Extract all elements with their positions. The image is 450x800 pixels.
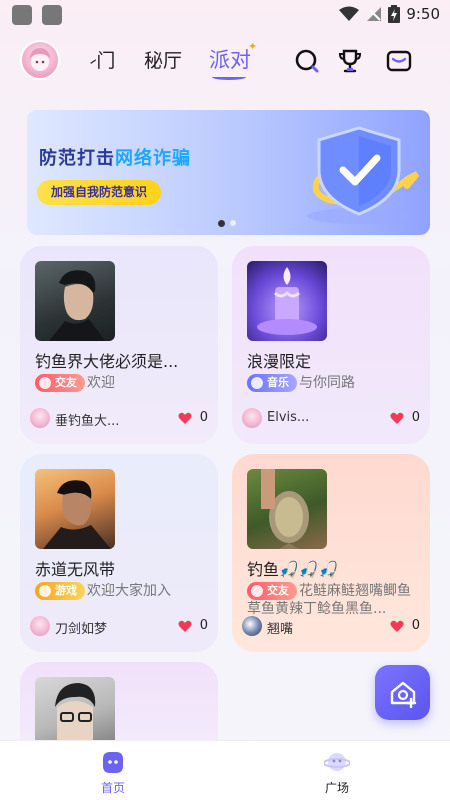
man-portrait-image — [43, 480, 111, 549]
room-card[interactable]: 浪漫限定 音乐 与你同路 Elvis... 0 — [232, 246, 430, 444]
room-card[interactable]: 赤道无风带 游戏 欢迎大家加入 刀剑如梦 0 — [20, 454, 218, 652]
top-nav: ⹝门 秘厅 派对 ✦ — [0, 40, 450, 84]
heart-icon — [390, 620, 404, 632]
planet-icon — [324, 753, 350, 771]
search-icon[interactable] — [294, 48, 320, 74]
bottom-nav-label: 首页 — [100, 781, 125, 795]
room-tagline: 交友 花鲢麻鲢翘嘴鲫鱼草鱼黄辣丁鲶鱼黑鱼... — [247, 582, 411, 617]
room-title: 钓鱼🎣🎣🎣 — [247, 560, 339, 579]
heart-icon — [178, 620, 192, 632]
room-thumbnail — [247, 469, 327, 549]
bottom-nav-square[interactable]: 广场 — [307, 749, 367, 796]
notification-icon — [12, 5, 32, 25]
banner-pill: 加强自我防范意识 — [37, 180, 162, 205]
owner-name: 垂钓鱼大... — [55, 414, 120, 429]
owner-avatar — [30, 408, 50, 428]
room-card[interactable]: 钓鱼🎣🎣🎣 交友 花鲢麻鲢翘嘴鲫鱼草鱼黄辣丁鲶鱼黑鱼... 翘嘴 0 — [232, 454, 430, 652]
create-room-button[interactable] — [375, 665, 430, 720]
room-thumbnail — [35, 261, 115, 341]
room-thumbnail — [35, 677, 115, 740]
room-title: 赤道无风带 — [35, 560, 116, 579]
owner-name: 刀剑如梦 — [55, 622, 108, 637]
tab-secret-room[interactable]: 秘厅 — [144, 46, 182, 73]
room-title: 浪漫限定 — [247, 352, 312, 371]
heart-icon — [178, 412, 192, 424]
sparkle-icon: ✦ — [248, 40, 258, 53]
like-count: 0 — [411, 618, 420, 633]
add-home-icon — [390, 681, 417, 708]
active-tab-indicator — [212, 74, 246, 80]
status-icons: 9:50 — [338, 5, 440, 23]
room-footer: 刀剑如梦 0 — [30, 616, 210, 638]
man-portrait-image — [49, 270, 105, 341]
owner-avatar — [242, 616, 262, 636]
man-portrait-image — [55, 683, 96, 740]
owner-name: 翘嘴 — [267, 622, 294, 637]
like-count: 0 — [199, 410, 208, 425]
room-card[interactable] — [20, 662, 218, 740]
room-tagline: 游戏 欢迎大家加入 — [35, 582, 210, 600]
room-tagline: 音乐 与你同路 — [247, 374, 422, 392]
like-count: 0 — [411, 410, 420, 425]
battery-icon — [388, 5, 401, 23]
status-bar: 9:50 — [0, 0, 450, 32]
room-footer: 垂钓鱼大... 0 — [30, 408, 210, 430]
banner-pagination — [218, 220, 236, 227]
room-thumbnail — [247, 261, 327, 341]
shield-icon — [307, 126, 420, 224]
mail-icon[interactable] — [386, 48, 412, 74]
bottom-nav-home[interactable]: 首页 — [83, 749, 143, 796]
room-thumbnail — [35, 469, 115, 549]
owner-avatar — [30, 616, 50, 636]
home-icon — [103, 752, 123, 773]
notification-icon — [42, 5, 62, 25]
tab-party[interactable]: 派对 — [209, 44, 251, 74]
heart-icon — [390, 412, 404, 424]
category-tag: 交友 — [35, 374, 85, 392]
bottom-nav-label: 广场 — [324, 781, 349, 795]
room-card[interactable]: 钓鱼界大佬必须是... 交友 欢迎 垂钓鱼大... 0 — [20, 246, 218, 444]
owner-name: Elvis... — [267, 410, 310, 425]
category-tag: 游戏 — [35, 582, 85, 600]
room-footer: 翘嘴 0 — [242, 616, 422, 638]
trophy-icon[interactable] — [337, 48, 363, 74]
room-tagline: 交友 欢迎 — [35, 374, 210, 392]
promo-banner[interactable]: 防范打击网络诈骗 加强自我防范意识 — [27, 110, 430, 235]
owner-avatar — [242, 408, 262, 428]
room-title: 钓鱼界大佬必须是... — [35, 352, 179, 371]
banner-title: 防范打击网络诈骗 — [39, 148, 191, 169]
fish-image — [261, 469, 309, 549]
category-tag: 交友 — [247, 582, 297, 600]
tab-enter[interactable]: ⹝门 — [90, 46, 115, 73]
avatar-image — [29, 48, 51, 71]
no-signal-icon — [367, 7, 382, 21]
pagination-dot — [218, 220, 225, 227]
category-tag: 音乐 — [247, 374, 297, 392]
clock: 9:50 — [406, 5, 440, 23]
bottom-nav: 首页 广场 — [0, 740, 450, 800]
pagination-dot — [230, 220, 236, 226]
candle-image — [257, 267, 317, 335]
like-count: 0 — [199, 618, 208, 633]
wifi-icon — [339, 6, 360, 21]
avatar[interactable] — [20, 40, 60, 80]
room-footer: Elvis... 0 — [242, 408, 422, 430]
